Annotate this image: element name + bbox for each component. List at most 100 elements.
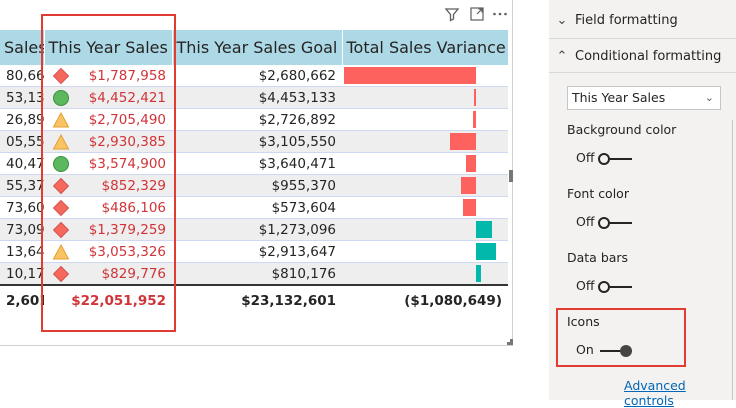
- triangle-yellow-icon: [52, 133, 70, 150]
- cell-total-sales-variance: [342, 108, 508, 131]
- this-year-sales-value: $1,379,259: [88, 221, 166, 238]
- variance-data-bar: [460, 177, 476, 194]
- variance-data-bar: [476, 221, 492, 238]
- this-year-sales-value: $2,930,385: [88, 133, 166, 150]
- more-options-icon[interactable]: [491, 5, 509, 23]
- chevron-down-icon: ⌄: [556, 13, 568, 28]
- cell-this-year-sales-goal: $3,640,471: [172, 152, 342, 175]
- font-color-label: Font color: [567, 186, 629, 201]
- table-row[interactable]: 40,471 $3,574,900 $3,640,471: [0, 152, 508, 175]
- cell-total-sales-variance: [342, 240, 508, 263]
- background-color-label: Background color: [567, 122, 677, 137]
- table-row[interactable]: 55,370 $852,329 $955,370: [0, 174, 508, 197]
- data-bars-toggle[interactable]: Off: [576, 276, 633, 296]
- cell-this-year-sales: $1,379,259: [44, 218, 172, 241]
- column-header-this-year-sales-goal[interactable]: This Year Sales Goal: [172, 30, 343, 65]
- cell-this-year-sales: $2,930,385: [44, 130, 172, 153]
- cell-this-year-sales-goal: $573,604: [172, 196, 342, 219]
- section-field-formatting[interactable]: ⌄ Field formatting: [555, 10, 678, 32]
- focus-mode-icon[interactable]: [468, 5, 486, 23]
- this-year-sales-value: $2,705,490: [88, 111, 166, 128]
- cell-sales: 26,892: [0, 108, 44, 131]
- this-year-sales-value: $3,053,326: [88, 243, 166, 260]
- pane-scrollbar[interactable]: [732, 120, 733, 400]
- this-year-sales-value: $1,787,958: [88, 67, 166, 84]
- cell-this-year-sales: $852,329: [44, 174, 172, 197]
- cell-this-year-sales-goal: $1,273,096: [172, 218, 342, 241]
- field-select-dropdown[interactable]: This Year Sales ⌄: [567, 86, 721, 110]
- diamond-red-icon: [52, 221, 70, 239]
- chevron-down-icon: ⌄: [704, 91, 714, 104]
- chevron-up-icon: ⌃: [556, 49, 568, 64]
- background-color-toggle[interactable]: Off: [576, 148, 633, 168]
- cell-total-sales-variance: [342, 174, 508, 197]
- cell-this-year-sales: $486,106: [44, 196, 172, 219]
- table-row[interactable]: 73,096 $1,379,259 $1,273,096: [0, 218, 508, 241]
- section-field-formatting-label: Field formatting: [575, 13, 678, 28]
- cell-total-sales-variance: [342, 218, 508, 241]
- sales-table: Sales This Year Sales This Year Sales Go…: [0, 30, 509, 316]
- total-sales-variance: ($1,080,649): [342, 284, 508, 316]
- font-color-toggle-state: Off: [576, 214, 595, 229]
- icons-toggle[interactable]: On: [576, 340, 632, 360]
- this-year-sales-value: $829,776: [101, 265, 166, 282]
- table-row[interactable]: 73,604 $486,106 $573,604: [0, 196, 508, 219]
- cell-this-year-sales-goal: $955,370: [172, 174, 342, 197]
- icons-label: Icons: [567, 314, 600, 329]
- section-conditional-formatting-label: Conditional formatting: [575, 49, 722, 64]
- column-header-sales[interactable]: Sales: [0, 30, 45, 65]
- this-year-sales-value: $3,574,900: [88, 155, 166, 172]
- section-conditional-formatting[interactable]: ⌃ Conditional formatting: [555, 46, 722, 68]
- column-header-this-year-sales[interactable]: This Year Sales: [44, 30, 173, 65]
- cell-sales: 73,096: [0, 218, 44, 241]
- total-sales: 2,601: [0, 284, 44, 316]
- table-row[interactable]: 10,176 $829,776 $810,176: [0, 262, 508, 286]
- table-row[interactable]: 05,550 $2,930,385 $3,105,550: [0, 130, 508, 153]
- cell-this-year-sales: $829,776: [44, 262, 172, 286]
- cell-total-sales-variance: [342, 152, 508, 175]
- cell-this-year-sales: $3,574,900: [44, 152, 172, 175]
- circle-green-icon: [53, 156, 69, 172]
- table-row[interactable]: 80,662 $1,787,958 $2,680,662: [0, 65, 508, 87]
- column-header-total-sales-variance[interactable]: Total Sales Variance: [342, 30, 509, 65]
- divider: [549, 72, 736, 73]
- cell-sales: 55,370: [0, 174, 44, 197]
- table-row[interactable]: 13,647 $3,053,326 $2,913,647: [0, 240, 508, 263]
- total-this-year-sales-goal: $23,132,601: [172, 284, 342, 316]
- variance-data-bar: [344, 67, 476, 84]
- toggle-knob: [598, 216, 611, 229]
- this-year-sales-value: $486,106: [101, 199, 166, 216]
- variance-data-bar: [472, 111, 476, 128]
- font-color-toggle[interactable]: Off: [576, 212, 633, 232]
- background-color-toggle-state: Off: [576, 150, 595, 165]
- cell-sales: 13,647: [0, 240, 44, 263]
- cell-sales: 73,604: [0, 196, 44, 219]
- divider: [549, 38, 736, 39]
- variance-data-bar: [463, 199, 476, 216]
- variance-data-bar: [450, 133, 476, 150]
- cell-total-sales-variance: [342, 196, 508, 219]
- variance-data-bar: [476, 265, 481, 282]
- cell-total-sales-variance: [342, 65, 508, 87]
- this-year-sales-value: $852,329: [101, 177, 166, 194]
- cell-sales: 05,550: [0, 130, 44, 153]
- cell-this-year-sales-goal: $3,105,550: [172, 130, 342, 153]
- cell-this-year-sales-goal: $4,453,133: [172, 86, 342, 109]
- cell-sales: 40,471: [0, 152, 44, 175]
- toggle-knob: [598, 152, 611, 165]
- pane-gutter: [513, 0, 549, 400]
- filter-icon[interactable]: [443, 5, 461, 23]
- cell-this-year-sales: $3,053,326: [44, 240, 172, 263]
- table-header-row: Sales This Year Sales This Year Sales Go…: [0, 30, 509, 65]
- table-row[interactable]: 26,892 $2,705,490 $2,726,892: [0, 108, 508, 131]
- cell-this-year-sales-goal: $2,680,662: [172, 65, 342, 87]
- toggle-knob: [619, 344, 632, 357]
- cell-this-year-sales: $1,787,958: [44, 65, 172, 87]
- advanced-controls-link[interactable]: Advanced controls: [624, 378, 736, 408]
- visual-header: [0, 0, 512, 30]
- this-year-sales-value: $4,452,421: [88, 89, 166, 106]
- table-row[interactable]: 53,133 $4,452,421 $4,453,133: [0, 86, 508, 109]
- triangle-yellow-icon: [52, 243, 70, 260]
- table-visual[interactable]: Sales This Year Sales This Year Sales Go…: [0, 0, 513, 346]
- cell-this-year-sales-goal: $2,913,647: [172, 240, 342, 263]
